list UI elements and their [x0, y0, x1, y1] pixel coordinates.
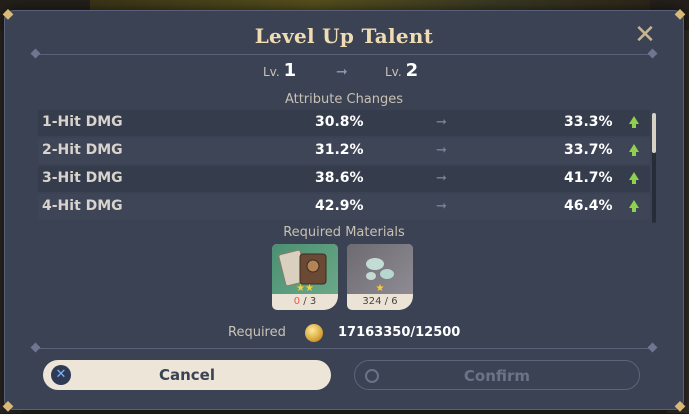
required-materials-heading: Required Materials — [283, 225, 405, 240]
attribute-name: 4-Hit DMG — [42, 198, 123, 214]
material-rarity: ★★ — [296, 283, 314, 294]
material-needed: 3 — [309, 296, 317, 307]
corner-ornament-icon: ◆ — [2, 6, 14, 22]
divider-diamond-icon — [30, 342, 41, 353]
attribute-changes-heading: Attribute Changes — [284, 92, 404, 107]
dialog-title: Level Up Talent — [254, 24, 434, 48]
attribute-new-value: 33.3% — [564, 114, 613, 130]
attribute-old-value: 42.9% — [315, 198, 364, 214]
arrow-right-icon: ➞ — [436, 143, 447, 158]
material-count: 324 / 6 — [347, 296, 413, 307]
attribute-old-value: 38.6% — [315, 170, 364, 186]
arrow-right-icon: ➞ — [336, 64, 348, 80]
scrollbar-thumb[interactable] — [652, 113, 656, 153]
material-owned: 324 — [362, 296, 382, 307]
divider-diamond-icon — [647, 48, 658, 59]
mora-cost: Required 17163350/12500 — [4, 322, 684, 344]
increase-arrow-icon — [629, 200, 639, 212]
footer-divider — [30, 342, 658, 353]
level-from: 1 — [283, 60, 297, 81]
level-prefix: Lv. — [385, 65, 402, 79]
attribute-name: 2-Hit DMG — [42, 142, 123, 158]
attribute-row: 3-Hit DMG 38.6% ➞ 41.7% — [38, 166, 650, 192]
arrow-right-icon: ➞ — [436, 115, 447, 130]
cancel-button-label: Cancel — [158, 366, 215, 384]
material-separator: / — [381, 296, 392, 307]
attribute-row: 1-Hit DMG 30.8% ➞ 33.3% — [38, 110, 650, 136]
attribute-name: 3-Hit DMG — [42, 170, 123, 186]
attribute-new-value: 41.7% — [564, 170, 613, 186]
level-up-talent-dialog: ◆ ◆ ◆ ◆ Level Up Talent ✕ Lv. 1 ➞ Lv. 2 At… — [3, 6, 686, 414]
close-icon[interactable]: ✕ — [632, 22, 658, 48]
arrow-right-icon: ➞ — [436, 199, 447, 214]
current-level: Lv. 1 — [263, 60, 296, 81]
attribute-name: 1-Hit DMG — [42, 114, 123, 130]
attribute-new-value: 33.7% — [564, 142, 613, 158]
divider-diamond-icon — [30, 48, 41, 59]
divider-diamond-icon — [647, 342, 658, 353]
material-rarity: ★ — [375, 283, 385, 294]
attribute-old-value: 31.2% — [315, 142, 364, 158]
confirm-button[interactable]: Confirm — [354, 360, 640, 390]
material-separator: / — [300, 296, 310, 307]
next-level: Lv. 2 — [385, 60, 418, 81]
mora-coin-icon — [305, 324, 323, 342]
attribute-old-value: 30.8% — [315, 114, 364, 130]
increase-arrow-icon — [629, 116, 639, 128]
attribute-new-value: 46.4% — [564, 198, 613, 214]
attribute-scrollbar[interactable] — [652, 113, 656, 223]
level-to: 2 — [405, 60, 419, 81]
material-needed: 6 — [391, 296, 398, 307]
corner-ornament-icon: ◆ — [2, 398, 14, 414]
increase-arrow-icon — [629, 172, 639, 184]
attribute-row: 2-Hit DMG 31.2% ➞ 33.7% — [38, 138, 650, 164]
level-prefix: Lv. — [263, 65, 280, 79]
cost-label: Required — [228, 325, 286, 340]
arrow-right-icon: ➞ — [436, 171, 447, 186]
confirm-button-label: Confirm — [463, 367, 531, 385]
cost-value: 17163350/12500 — [338, 325, 461, 340]
increase-arrow-icon — [629, 144, 639, 156]
attribute-row: 4-Hit DMG 42.9% ➞ 46.4% — [38, 194, 650, 220]
material-slot[interactable]: ★★ 0 / 3 — [272, 244, 338, 310]
corner-ornament-icon: ◆ — [674, 398, 686, 414]
corner-ornament-icon: ◆ — [674, 6, 686, 22]
cancel-button[interactable]: ✕ Cancel — [43, 360, 331, 390]
title-divider — [30, 48, 658, 59]
level-change: Lv. 1 ➞ Lv. 2 — [4, 60, 684, 84]
material-slot[interactable]: ★ 324 / 6 — [347, 244, 413, 310]
material-count: 0 / 3 — [272, 296, 338, 307]
